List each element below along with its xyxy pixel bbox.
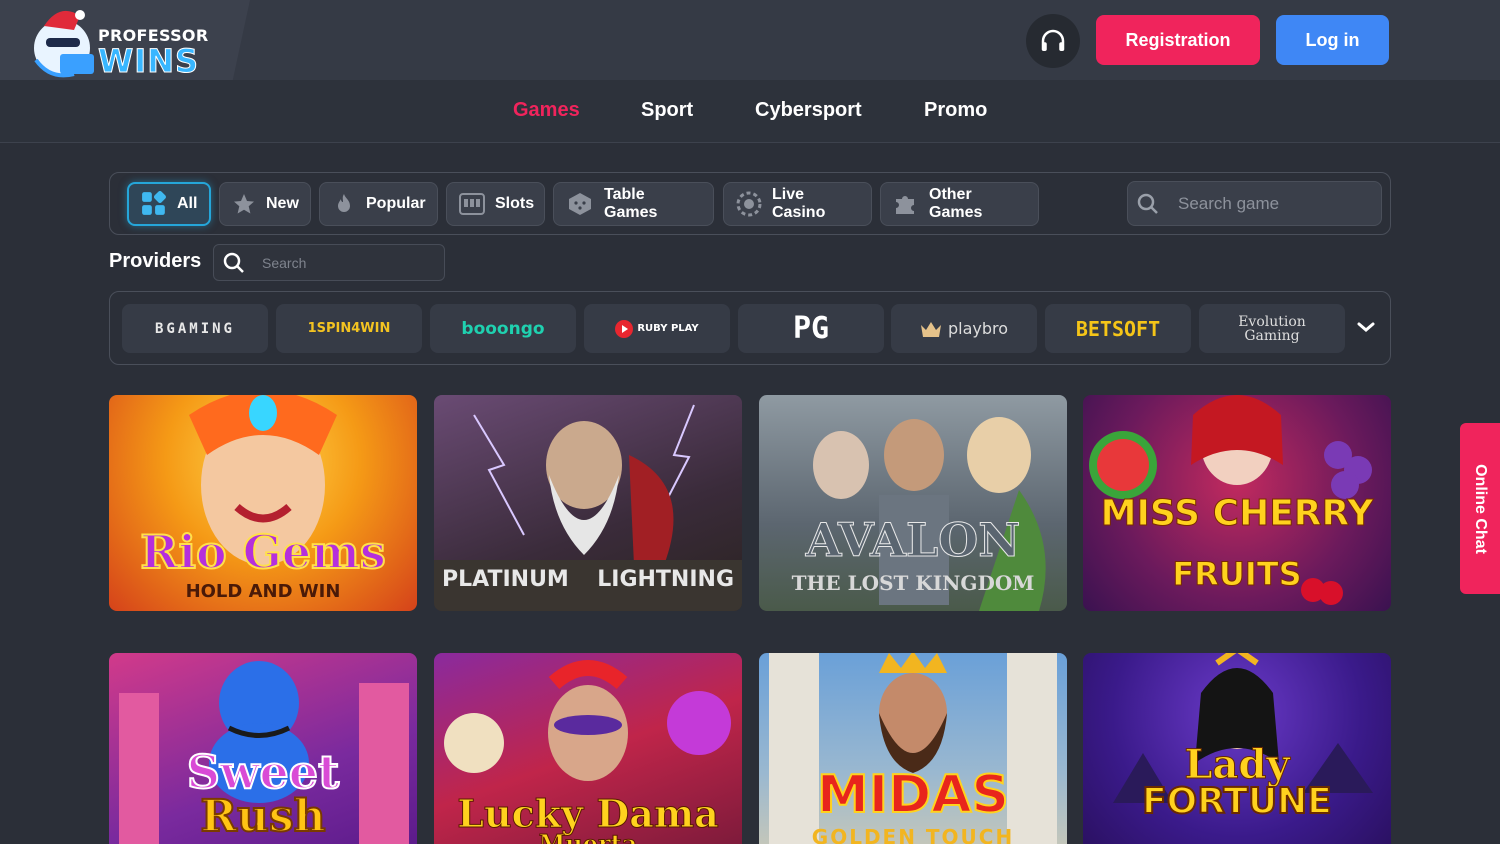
providers-title: Providers <box>109 250 202 272</box>
grid-icon <box>142 191 166 215</box>
game-title: Rio Gems <box>139 524 387 580</box>
game-tile-lucky-dama[interactable]: Lucky Dama Muerta <box>434 653 742 844</box>
provider-evolution[interactable]: Evolution Gaming <box>1199 304 1345 353</box>
category-label: Other Games <box>929 186 983 221</box>
brand-name-line2: WINS <box>97 42 200 81</box>
dice-icon <box>569 193 591 215</box>
provider-search-input[interactable] <box>262 254 432 271</box>
category-all[interactable]: All <box>127 182 211 226</box>
game-tile-sweet-rush[interactable]: Sweet Rush <box>109 653 417 844</box>
category-popular[interactable]: Popular <box>319 182 438 226</box>
category-label: Live Casino <box>772 186 826 221</box>
category-slots[interactable]: Slots <box>446 182 545 226</box>
category-live-casino[interactable]: Live Casino <box>723 182 872 226</box>
game-tile-avalon[interactable]: AVALON THE LOST KINGDOM <box>759 395 1067 611</box>
play-icon <box>615 319 634 338</box>
provider-logo: BGAMING <box>154 320 235 337</box>
login-button[interactable]: Log in <box>1276 15 1389 65</box>
flame-icon <box>338 194 350 212</box>
crown-icon <box>920 321 941 337</box>
provider-logo: playbro <box>947 319 1009 338</box>
category-table-games[interactable]: Table Games <box>553 182 714 226</box>
provider-1spin4win[interactable]: 1SPIN4WIN <box>276 304 422 353</box>
nav-promo[interactable]: Promo <box>924 99 987 122</box>
chevron-down-icon[interactable] <box>1352 316 1380 338</box>
search-game-box[interactable] <box>1127 181 1382 226</box>
registration-button[interactable]: Registration <box>1096 15 1260 65</box>
provider-logo: RUBY PLAY <box>637 323 699 334</box>
provider-betsoft[interactable]: BETSOFT <box>1045 304 1191 353</box>
search-icon <box>223 252 244 273</box>
game-subtitle: THE LOST KINGDOM <box>791 571 1035 595</box>
search-icon <box>1137 193 1158 214</box>
category-other-games[interactable]: Other Games <box>880 182 1039 226</box>
game-tile-lady-fortune[interactable]: Lady FORTUNE <box>1083 653 1391 844</box>
provider-logo: booongo <box>461 318 545 339</box>
provider-rubyplay[interactable]: RUBY PLAY <box>584 304 730 353</box>
game-subtitle: FORTUNE <box>1141 780 1333 823</box>
game-tile-rio-gems[interactable]: Rio Gems HOLD AND WIN <box>109 395 417 611</box>
game-subtitle: LIGHTNING <box>597 567 734 592</box>
nav-cybersport[interactable]: Cybersport <box>755 99 862 122</box>
game-tile-platinum-lightning[interactable]: PLATINUM LIGHTNING <box>434 395 742 611</box>
puzzle-icon <box>896 196 914 214</box>
game-title: MISS CHERRY <box>1100 493 1374 535</box>
category-label: Table Games <box>604 186 658 221</box>
game-subtitle: HOLD AND WIN <box>185 581 341 602</box>
provider-logo: PG <box>792 311 830 346</box>
provider-booongo[interactable]: booongo <box>430 304 576 353</box>
online-chat-button[interactable]: Online Chat <box>1460 423 1500 594</box>
game-title: AVALON <box>805 513 1021 568</box>
game-subtitle: GOLDEN TOUCH <box>811 825 1015 844</box>
support-button[interactable] <box>1026 14 1080 68</box>
game-tile-midas[interactable]: MIDAS GOLDEN TOUCH <box>759 653 1067 844</box>
game-subtitle: FRUITS <box>1172 555 1302 594</box>
category-label: Popular <box>366 195 426 212</box>
provider-search-box[interactable] <box>213 244 445 281</box>
online-chat-label: Online Chat <box>1472 463 1489 554</box>
mascot-icon <box>34 10 94 78</box>
provider-logo: BETSOFT <box>1075 316 1161 341</box>
category-label: Slots <box>495 195 535 212</box>
provider-logo: Evolution Gaming <box>1238 313 1306 344</box>
game-subtitle: Rush <box>199 790 326 843</box>
main-nav <box>0 80 1500 143</box>
search-game-input[interactable] <box>1178 193 1358 214</box>
nav-games[interactable]: Games <box>513 99 580 122</box>
game-title: MIDAS <box>816 764 1010 826</box>
provider-bgaming[interactable]: BGAMING <box>122 304 268 353</box>
star-icon <box>234 194 254 214</box>
category-label: New <box>266 195 299 212</box>
provider-playbro[interactable]: playbro <box>891 304 1037 353</box>
headset-icon <box>1041 29 1065 51</box>
game-tile-miss-cherry[interactable]: MISS CHERRY FRUITS <box>1083 395 1391 611</box>
slot-machine-icon <box>459 193 485 215</box>
game-subtitle: Muerta <box>538 829 638 844</box>
nav-sport[interactable]: Sport <box>641 99 693 122</box>
chip-icon <box>736 191 762 217</box>
category-label: All <box>177 195 198 212</box>
provider-pg[interactable]: PG <box>738 304 884 353</box>
provider-logo: 1SPIN4WIN <box>307 321 391 336</box>
category-new[interactable]: New <box>219 182 311 226</box>
